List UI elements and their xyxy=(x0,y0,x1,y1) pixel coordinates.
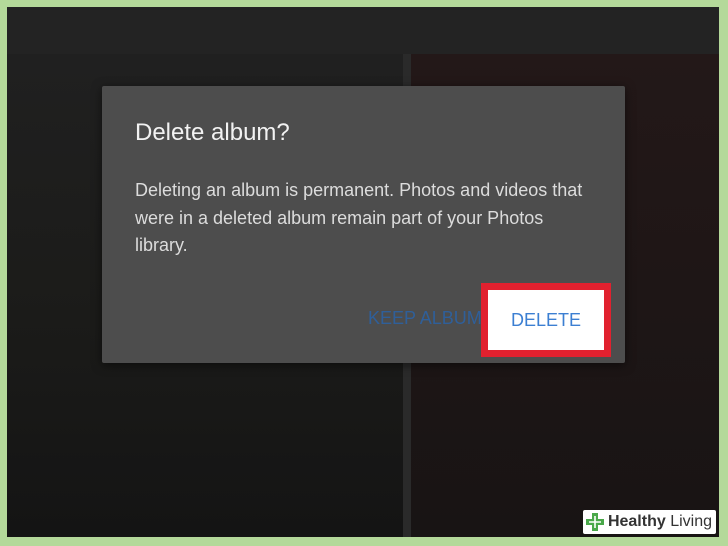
delete-button-highlight: DELETE xyxy=(481,283,611,357)
watermark: Healthy Living xyxy=(582,510,716,534)
top-bar xyxy=(7,7,719,54)
watermark-text: Healthy Living xyxy=(608,513,712,531)
plus-cross-icon xyxy=(585,513,604,531)
delete-button[interactable]: DELETE xyxy=(488,290,604,350)
keep-album-button[interactable]: KEEP ALBUM xyxy=(368,306,482,330)
dialog-message: Deleting an album is permanent. Photos a… xyxy=(135,180,583,255)
app-screen: Delete album? Deleting an album is perma… xyxy=(7,7,719,537)
watermark-brand-bold: Healthy xyxy=(607,513,666,530)
watermark-brand-light: Living xyxy=(665,513,712,530)
dialog-title: Delete album? xyxy=(135,119,290,146)
